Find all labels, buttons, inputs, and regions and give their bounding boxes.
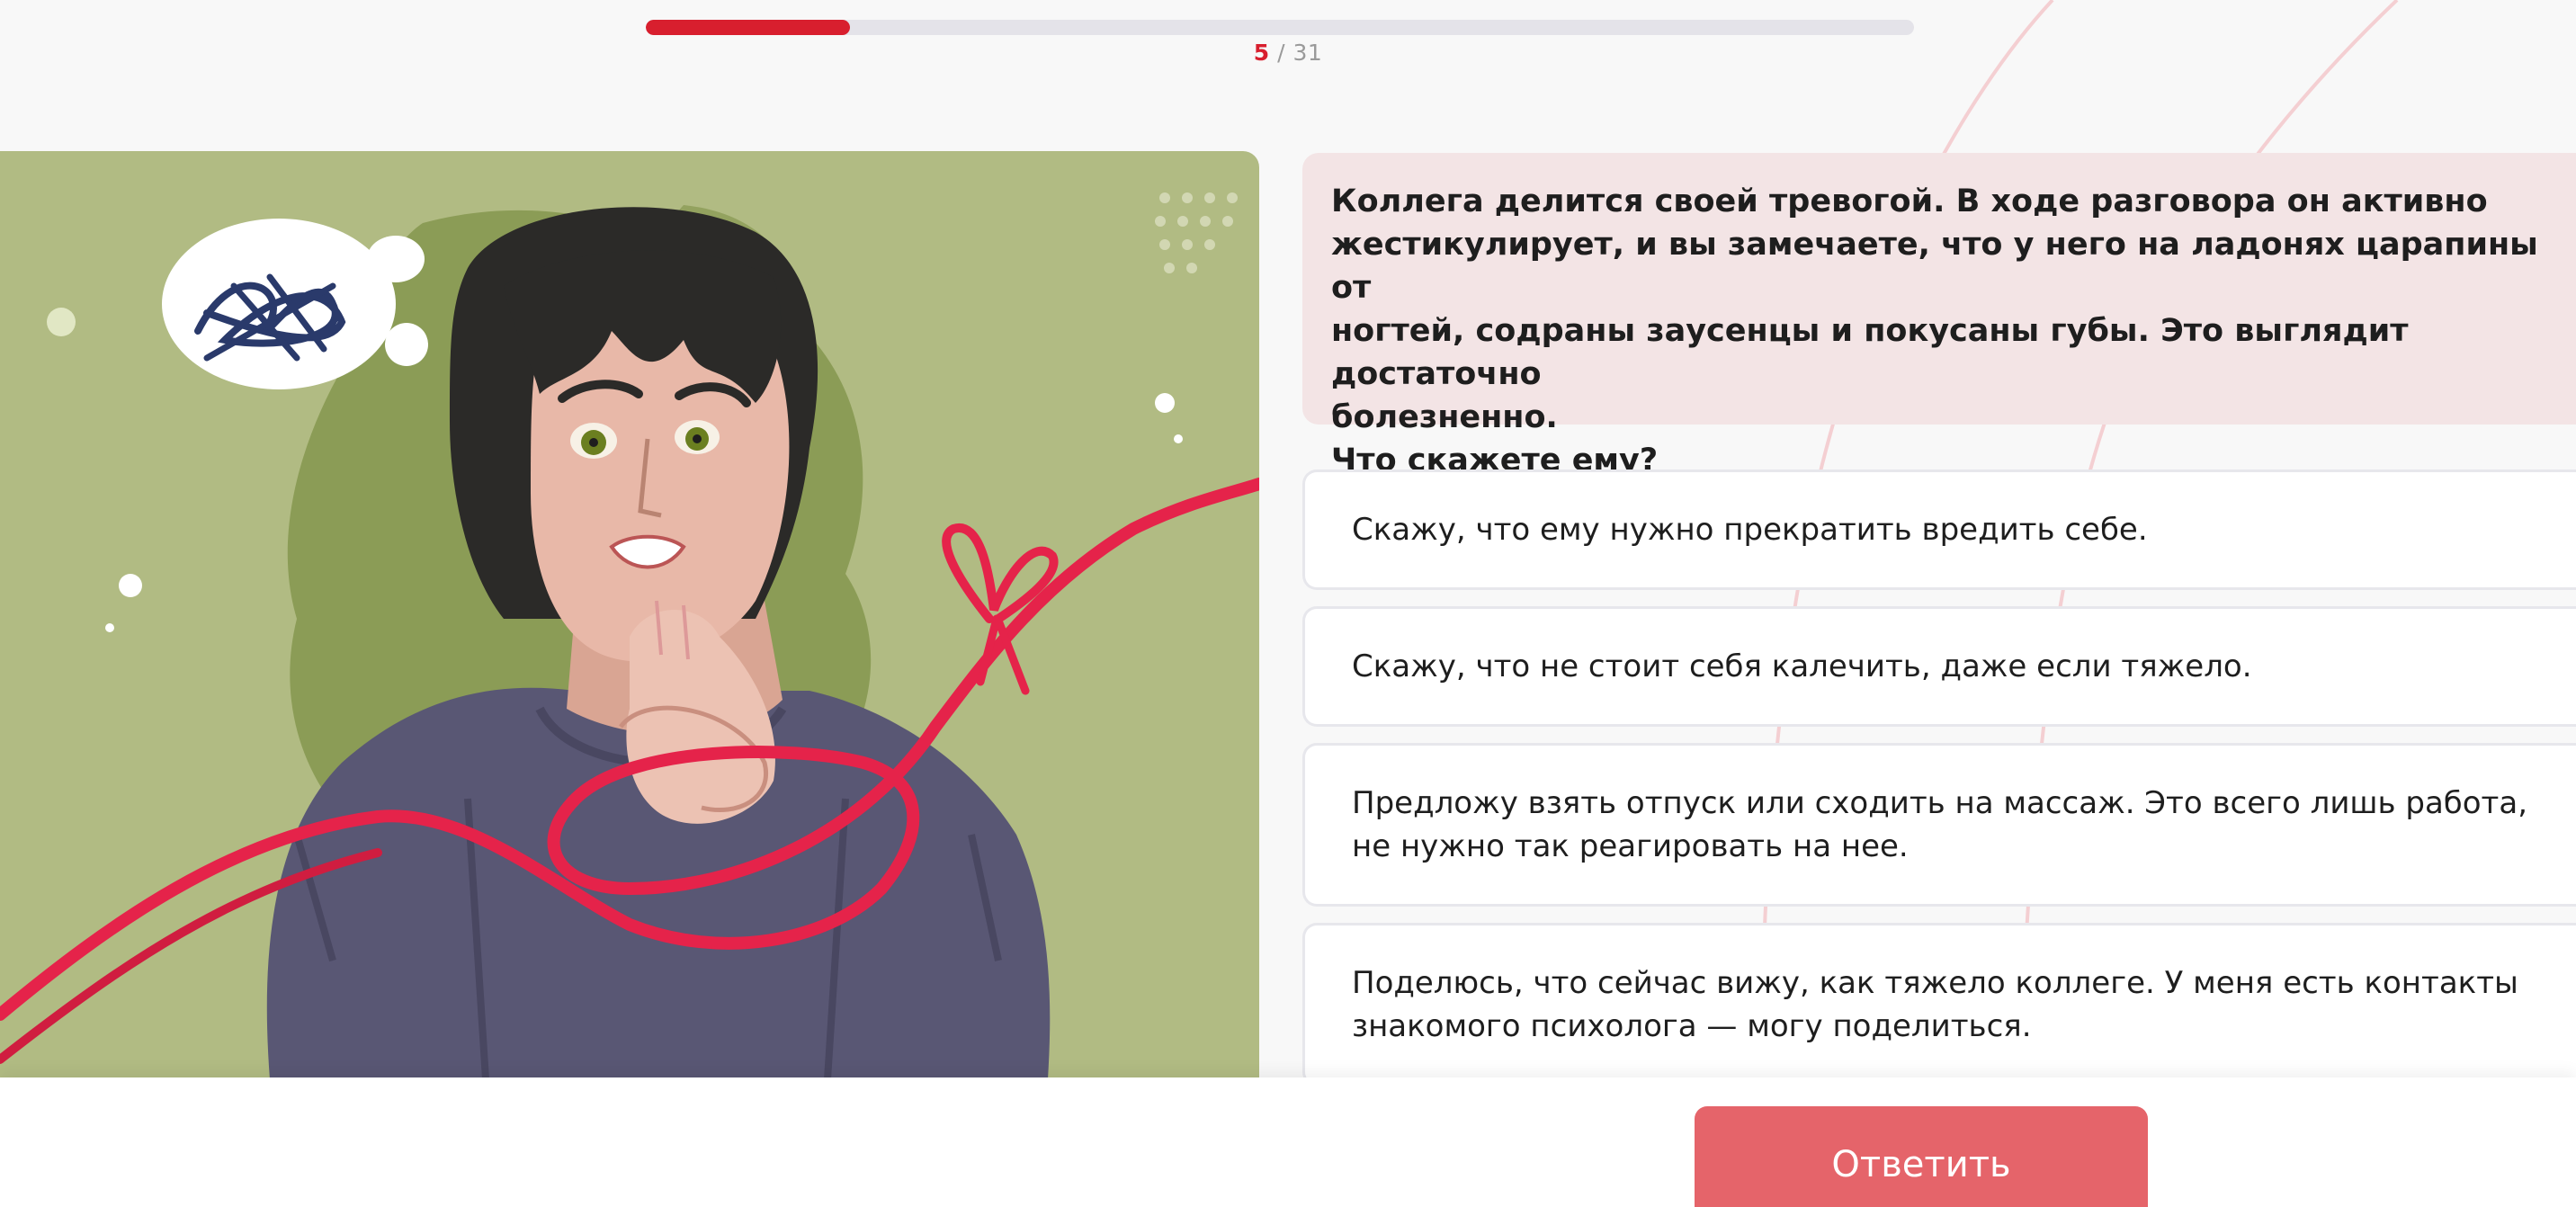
answer-option-3[interactable]: Предложу взять отпуск или сходить на мас… <box>1302 743 2576 907</box>
progress-separator: / <box>1269 40 1293 66</box>
progress-counter: 5 / 31 <box>1162 40 1414 66</box>
answer-option-2[interactable]: Скажу, что не стоит себя калечить, даже … <box>1302 606 2576 727</box>
answer-option-label: Предложу взять отпуск или сходить на мас… <box>1352 785 2528 864</box>
answer-option-label: Скажу, что ему нужно прекратить вредить … <box>1352 512 2148 548</box>
quiz-page: 5 / 31 Коллега делится своей тревогой. В… <box>0 0 2576 1207</box>
answer-option-1[interactable]: Скажу, что ему нужно прекратить вредить … <box>1302 469 2576 590</box>
progress-total: 31 <box>1292 40 1323 66</box>
anxious-person-illustration <box>0 151 1259 1079</box>
answer-option-4[interactable]: Поделюсь, что сейчас вижу, как тяжело ко… <box>1302 923 2576 1086</box>
question-card: Коллега делится своей тревогой. В ходе р… <box>1302 153 2576 478</box>
answer-option-label: Скажу, что не стоит себя калечить, даже … <box>1352 648 2252 684</box>
progress-bar-fill <box>646 20 850 35</box>
question-text: Коллега делится своей тревогой. В ходе р… <box>1331 183 2538 478</box>
answer-option-label: Поделюсь, что сейчас вижу, как тяжело ко… <box>1352 965 2518 1044</box>
submit-answer-button[interactable]: Ответить <box>1695 1106 2148 1207</box>
progress-current: 5 <box>1253 40 1270 66</box>
progress-bar <box>646 20 1914 35</box>
bottom-bar <box>0 1077 2576 1207</box>
